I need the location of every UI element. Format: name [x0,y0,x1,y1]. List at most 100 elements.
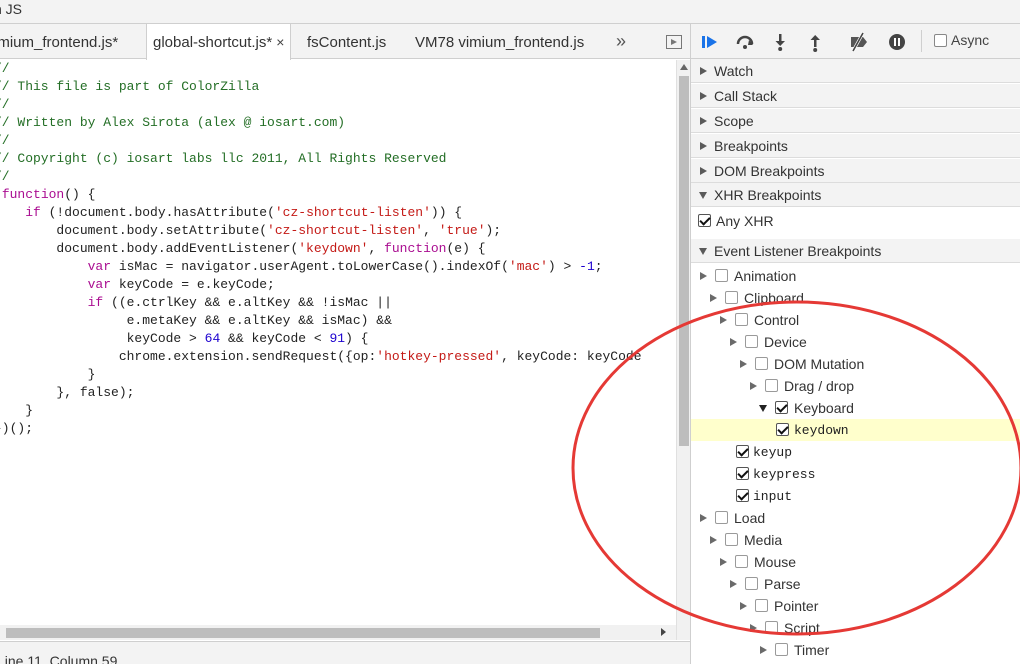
event-category-row[interactable]: Load [691,507,1020,529]
code-line[interactable]: // This file is part of ColorZilla [0,78,259,96]
tab-vm78-vimium-frontend[interactable]: VM78 vimium_frontend.js [415,24,584,59]
code-line[interactable]: document.body.setAttribute('cz-shortcut-… [0,222,501,240]
event-breakpoint-checkbox[interactable] [736,489,749,502]
source-code-view[interactable]: // // This file is part of ColorZilla // //… [0,60,676,640]
expand-triangle-icon[interactable] [700,272,707,280]
expand-triangle-icon[interactable] [720,316,727,324]
expand-triangle-icon[interactable] [730,338,737,346]
expand-triangle-icon[interactable] [710,536,717,544]
section-watch[interactable]: Watch [691,59,1020,83]
event-category-row[interactable]: DOM Mutation [691,353,1020,375]
pause-on-exceptions-icon[interactable] [886,31,908,53]
deactivate-breakpoints-icon[interactable] [848,31,870,53]
code-line[interactable]: // Written by Alex Sirota (alex @ iosart… [0,114,345,132]
horizontal-scroll-thumb[interactable] [6,628,600,638]
xhr-any-row[interactable]: Any XHR [697,210,1017,232]
any-xhr-checkbox[interactable] [698,214,711,227]
step-out-icon[interactable] [804,31,826,53]
vertical-scrollbar[interactable] [676,60,690,640]
scroll-right-icon[interactable] [661,628,666,636]
code-line[interactable]: (function() { [0,186,95,204]
toggle-debugger-panel-icon[interactable] [666,35,682,49]
expand-triangle-icon[interactable] [710,294,717,302]
section-breakpoints[interactable]: Breakpoints [691,134,1020,158]
code-line[interactable]: } [0,366,96,384]
event-category-row[interactable]: Timer [691,639,1020,661]
close-tab-icon[interactable]: × [276,34,284,50]
event-breakpoint-checkbox[interactable] [765,379,778,392]
async-checkbox[interactable]: Async [934,32,989,48]
event-category-row[interactable]: Clipboard [691,287,1020,309]
event-breakpoint-checkbox[interactable] [715,511,728,524]
expand-triangle-icon[interactable] [740,360,747,368]
event-breakpoint-checkbox[interactable] [715,269,728,282]
event-breakpoint-checkbox[interactable] [755,599,768,612]
code-line[interactable]: if (!document.body.hasAttribute('cz-shor… [0,204,462,222]
tab-fscontent[interactable]: fsContent.js [307,24,386,59]
event-category-row[interactable]: input [691,485,1020,507]
expand-triangle-icon[interactable] [700,514,707,522]
step-over-icon[interactable] [734,31,756,53]
more-tabs-icon[interactable]: » [616,24,626,59]
event-category-row[interactable]: Keyboard [691,397,1020,419]
event-breakpoint-checkbox[interactable] [745,335,758,348]
horizontal-scrollbar[interactable] [0,625,676,640]
event-category-row[interactable]: keypress [691,463,1020,485]
event-breakpoint-checkbox[interactable] [725,533,738,546]
event-category-row[interactable]: Parse [691,573,1020,595]
code-line[interactable]: var isMac = navigator.userAgent.toLowerC… [0,258,603,276]
event-breakpoint-checkbox[interactable] [765,621,778,634]
async-checkbox-box[interactable] [934,34,947,47]
event-category-row[interactable]: Animation [691,265,1020,287]
code-line[interactable]: })(); [0,420,33,438]
code-line[interactable]: // [0,168,10,186]
event-breakpoint-checkbox[interactable] [736,467,749,480]
event-breakpoint-checkbox[interactable] [725,291,738,304]
tab-global-shortcut[interactable]: global-shortcut.js* × [146,24,292,60]
section-call-stack[interactable]: Call Stack [691,84,1020,108]
event-breakpoint-checkbox[interactable] [775,401,788,414]
code-line[interactable]: // [0,132,10,150]
resume-icon[interactable] [699,31,721,53]
event-category-row[interactable]: Drag / drop [691,375,1020,397]
vertical-scroll-thumb[interactable] [679,76,689,446]
code-line[interactable]: var keyCode = e.keyCode; [0,276,275,294]
event-breakpoint-checkbox[interactable] [736,445,749,458]
event-category-row[interactable]: keydown [691,419,1020,441]
section-dom-breakpoints[interactable]: DOM Breakpoints [691,159,1020,183]
event-category-row[interactable]: Mouse [691,551,1020,573]
code-line[interactable]: keyCode > 64 && keyCode < 91) { [0,330,369,348]
expand-triangle-icon[interactable] [720,558,727,566]
expand-triangle-icon[interactable] [740,602,747,610]
event-category-row[interactable]: Media [691,529,1020,551]
section-scope[interactable]: Scope [691,109,1020,133]
section-event-listener-breakpoints[interactable]: Event Listener Breakpoints [691,239,1020,263]
event-breakpoint-checkbox[interactable] [776,423,789,436]
code-line[interactable]: document.body.addEventListener('keydown'… [0,240,485,258]
scroll-up-icon[interactable] [680,64,688,70]
expand-triangle-icon[interactable] [760,646,767,654]
event-breakpoint-checkbox[interactable] [745,577,758,590]
event-breakpoint-checkbox[interactable] [775,643,788,656]
step-into-icon[interactable] [769,31,791,53]
code-line[interactable]: chrome.extension.sendRequest({op:'hotkey… [0,348,642,366]
code-line[interactable]: }, false); [0,384,134,402]
collapse-triangle-icon[interactable] [759,405,767,412]
event-breakpoint-checkbox[interactable] [755,357,768,370]
event-category-row[interactable]: Device [691,331,1020,353]
code-line[interactable]: // [0,96,10,114]
event-category-row[interactable]: Control [691,309,1020,331]
event-category-row[interactable]: Script [691,617,1020,639]
code-line[interactable]: } [0,402,33,420]
tab-vimium-frontend[interactable]: imium_frontend.js* [0,24,118,59]
code-line[interactable]: // Copyright (c) iosart labs llc 2011, A… [0,150,446,168]
event-breakpoint-checkbox[interactable] [735,555,748,568]
event-breakpoint-checkbox[interactable] [735,313,748,326]
expand-triangle-icon[interactable] [750,624,757,632]
expand-triangle-icon[interactable] [750,382,757,390]
section-xhr-breakpoints[interactable]: XHR Breakpoints [691,183,1020,207]
code-line[interactable]: e.metaKey && e.altKey && isMac) && [0,312,392,330]
code-line[interactable]: // [0,60,10,78]
code-line[interactable]: if ((e.ctrlKey && e.altKey && !isMac || [0,294,392,312]
event-category-row[interactable]: Pointer [691,595,1020,617]
